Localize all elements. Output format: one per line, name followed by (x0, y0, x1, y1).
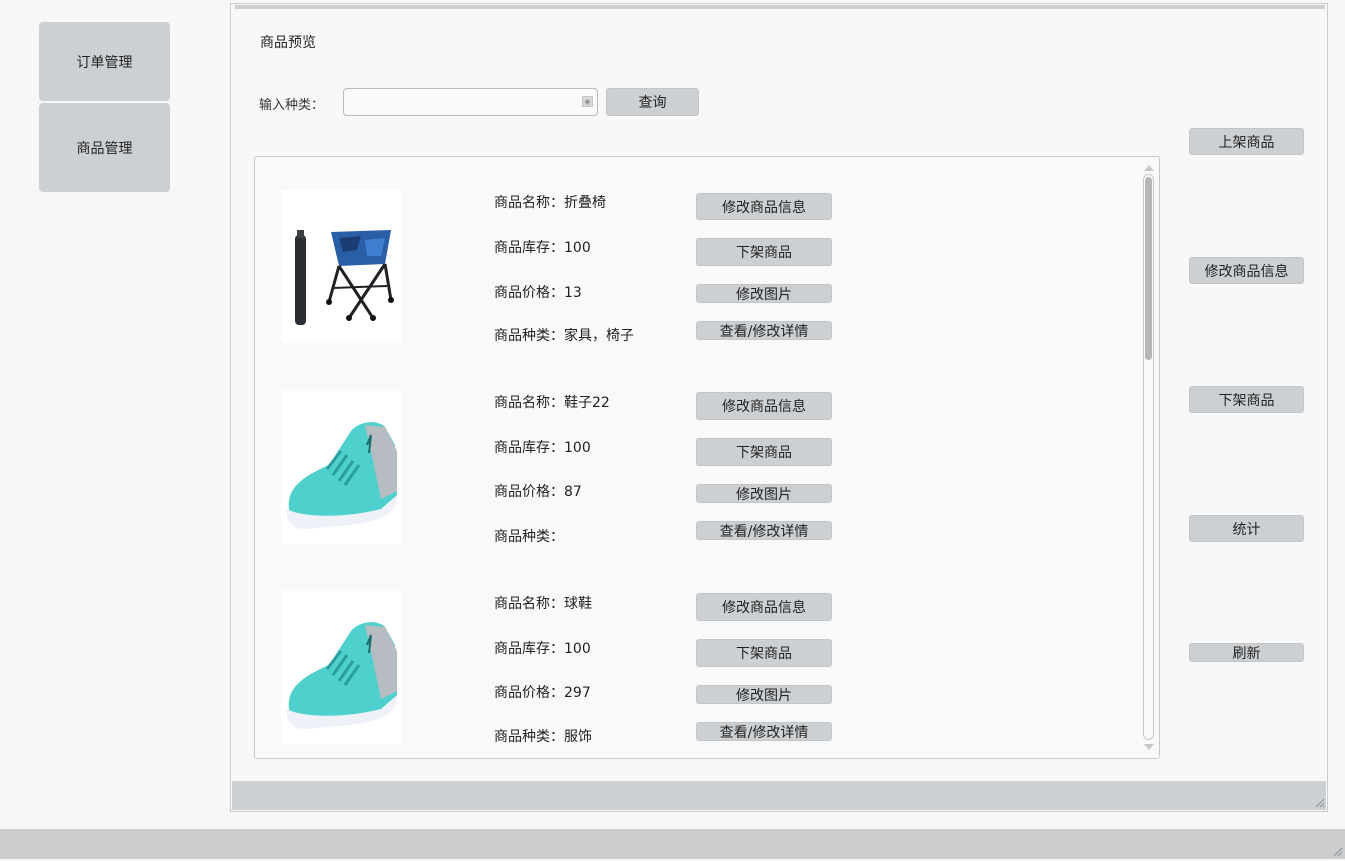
delist-product-button[interactable]: 下架商品 (696, 438, 832, 466)
view-edit-details-label: 查看/修改详情 (719, 323, 809, 340)
view-edit-details-button[interactable]: 查看/修改详情 (696, 321, 832, 340)
query-button-label: 查询 (638, 95, 667, 111)
refresh-label: 刷新 (1232, 645, 1261, 662)
product-name: 商品名称：鞋子22 (494, 395, 610, 411)
delist-product-button[interactable]: 下架商品 (696, 639, 832, 667)
edit-product-info-label: 修改商品信息 (722, 199, 806, 216)
delist-product-label: 下架商品 (736, 646, 792, 662)
product-category: 商品种类：服饰 (494, 729, 592, 745)
stats-label: 统计 (1232, 521, 1261, 538)
sidebar-item-orders-label: 订单管理 (76, 54, 133, 71)
view-edit-details-button[interactable]: 查看/修改详情 (696, 521, 832, 540)
edit-image-label: 修改图片 (736, 286, 792, 303)
view-edit-details-label: 查看/修改详情 (719, 523, 809, 540)
product-image-folding-chair (281, 190, 401, 343)
panel-bottom-bar (232, 781, 1326, 810)
query-button[interactable]: 查询 (606, 88, 699, 116)
search-label: 输入种类： (259, 98, 325, 113)
edit-product-info-label: 修改商品信息 (722, 600, 806, 616)
view-edit-details-button[interactable]: 查看/修改详情 (696, 722, 832, 741)
product-price: 商品价格：13 (494, 285, 582, 301)
delist-product-button[interactable]: 下架商品 (696, 238, 832, 266)
view-edit-details-label: 查看/修改详情 (719, 724, 809, 741)
resize-grip-icon[interactable] (1313, 796, 1325, 812)
clear-icon[interactable]: ◆ (582, 96, 593, 107)
sidebar-item-products[interactable]: 商品管理 (39, 103, 170, 192)
scroll-down-arrow-icon[interactable] (1144, 744, 1154, 750)
product-category: 商品种类：家具，椅子 (494, 328, 634, 344)
scroll-up-arrow-icon[interactable] (1144, 165, 1154, 171)
product-image-shoe (281, 591, 401, 744)
product-stock: 商品库存：100 (494, 440, 591, 456)
edit-image-button[interactable]: 修改图片 (696, 484, 832, 503)
edit-product-info-label: 修改商品信息 (722, 399, 806, 415)
product-image-shoe (281, 391, 401, 544)
stats-button[interactable]: 统计 (1189, 515, 1304, 542)
product-price: 商品价格：297 (494, 685, 591, 701)
edit-image-button[interactable]: 修改图片 (696, 685, 832, 704)
refresh-button[interactable]: 刷新 (1189, 643, 1304, 662)
edit-image-label: 修改图片 (736, 687, 792, 704)
delist-product-label: 下架商品 (736, 445, 792, 461)
page-title: 商品预览 (260, 35, 316, 51)
product-stock: 商品库存：100 (494, 240, 591, 256)
product-name: 商品名称：球鞋 (494, 596, 592, 612)
product-name: 商品名称：折叠椅 (494, 195, 606, 211)
panel-top-bar (235, 5, 1325, 9)
edit-product-info-button[interactable]: 修改商品信息 (696, 193, 832, 220)
edit-product-info-button[interactable]: 修改商品信息 (696, 593, 832, 621)
edit-product-info-button[interactable]: 修改商品信息 (696, 392, 832, 420)
sidebar-item-orders[interactable]: 订单管理 (39, 22, 170, 101)
delist-product-action-label: 下架商品 (1218, 392, 1275, 409)
list-product-label: 上架商品 (1218, 134, 1275, 151)
product-price: 商品价格：87 (494, 484, 582, 500)
edit-product-label: 修改商品信息 (1204, 263, 1289, 280)
edit-image-button[interactable]: 修改图片 (696, 284, 832, 303)
delist-product-action-button[interactable]: 下架商品 (1189, 386, 1304, 413)
search-input[interactable]: ◆ (343, 88, 598, 116)
delist-product-label: 下架商品 (736, 245, 792, 261)
scrollbar-thumb[interactable] (1145, 177, 1152, 360)
sidebar-item-products-label: 商品管理 (76, 140, 133, 157)
status-bar (0, 829, 1345, 859)
product-category: 商品种类： (494, 529, 564, 545)
edit-product-button[interactable]: 修改商品信息 (1189, 257, 1304, 284)
list-product-button[interactable]: 上架商品 (1189, 128, 1304, 155)
edit-image-label: 修改图片 (736, 486, 792, 503)
product-stock: 商品库存：100 (494, 641, 591, 657)
